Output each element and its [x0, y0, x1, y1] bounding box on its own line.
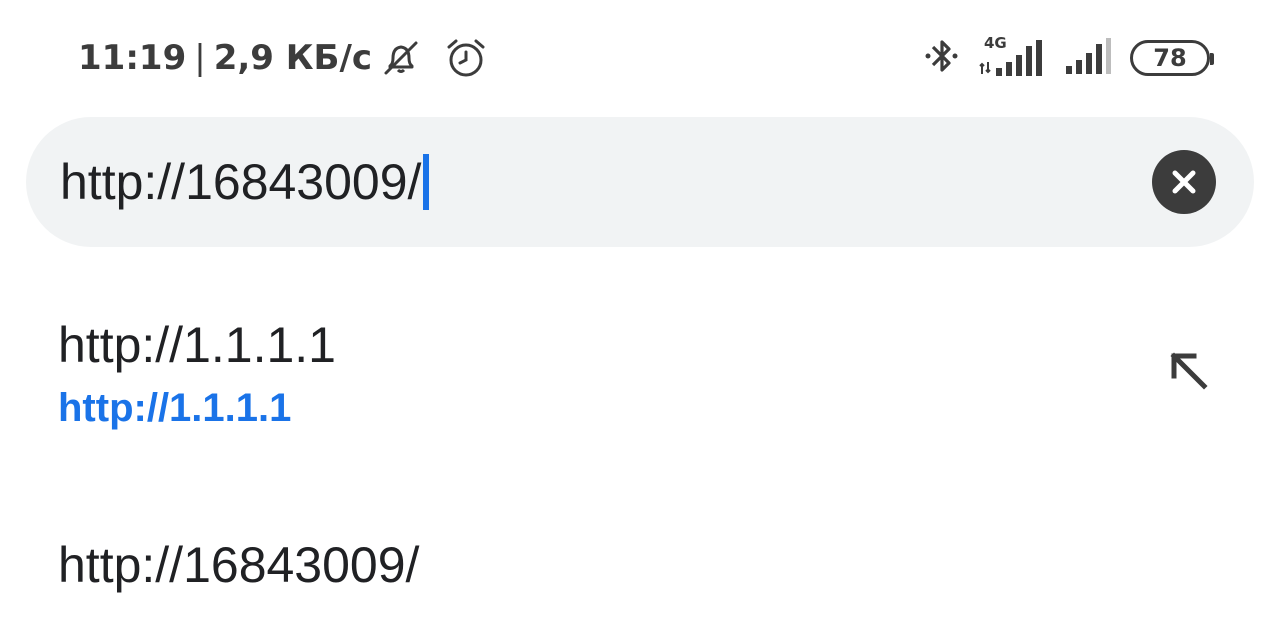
status-net-speed: 2,9 КБ/с: [213, 38, 373, 78]
suggestion-title[interactable]: http://16843009/: [58, 536, 419, 594]
alarm-icon: [444, 36, 488, 80]
suggestion-item[interactable]: http://1.1.1.1 http://1.1.1.1: [0, 300, 1280, 460]
suggestion-url[interactable]: http://1.1.1.1: [58, 386, 291, 431]
battery-level: 78: [1153, 44, 1187, 72]
signal-icon: [1064, 34, 1112, 83]
url-bar[interactable]: http://16843009/: [26, 117, 1254, 247]
arrow-up-left-icon: [1170, 352, 1208, 390]
bell-off-icon: [380, 37, 422, 79]
bluetooth-icon: [924, 34, 960, 83]
battery-indicator: 78: [1130, 40, 1214, 76]
status-left: 11:19 | 2,9 КБ/с: [78, 34, 488, 82]
text-caret: [423, 154, 430, 210]
suggestion-item[interactable]: http://16843009/: [0, 520, 1280, 630]
status-separator: |: [194, 38, 206, 78]
url-input-value[interactable]: http://16843009/: [60, 153, 421, 211]
suggestion-title[interactable]: http://1.1.1.1: [58, 316, 336, 374]
close-icon: [1172, 170, 1196, 194]
status-time: 11:19: [78, 38, 187, 78]
status-bar: 11:19 | 2,9 КБ/с 4G 78: [0, 0, 1280, 116]
signal-4g-icon: 4G: [978, 34, 1046, 80]
status-right: 4G 78: [924, 34, 1214, 83]
fill-suggestion-button[interactable]: [1160, 342, 1216, 398]
clear-url-button[interactable]: [1152, 150, 1216, 214]
url-input[interactable]: http://16843009/: [60, 147, 430, 217]
